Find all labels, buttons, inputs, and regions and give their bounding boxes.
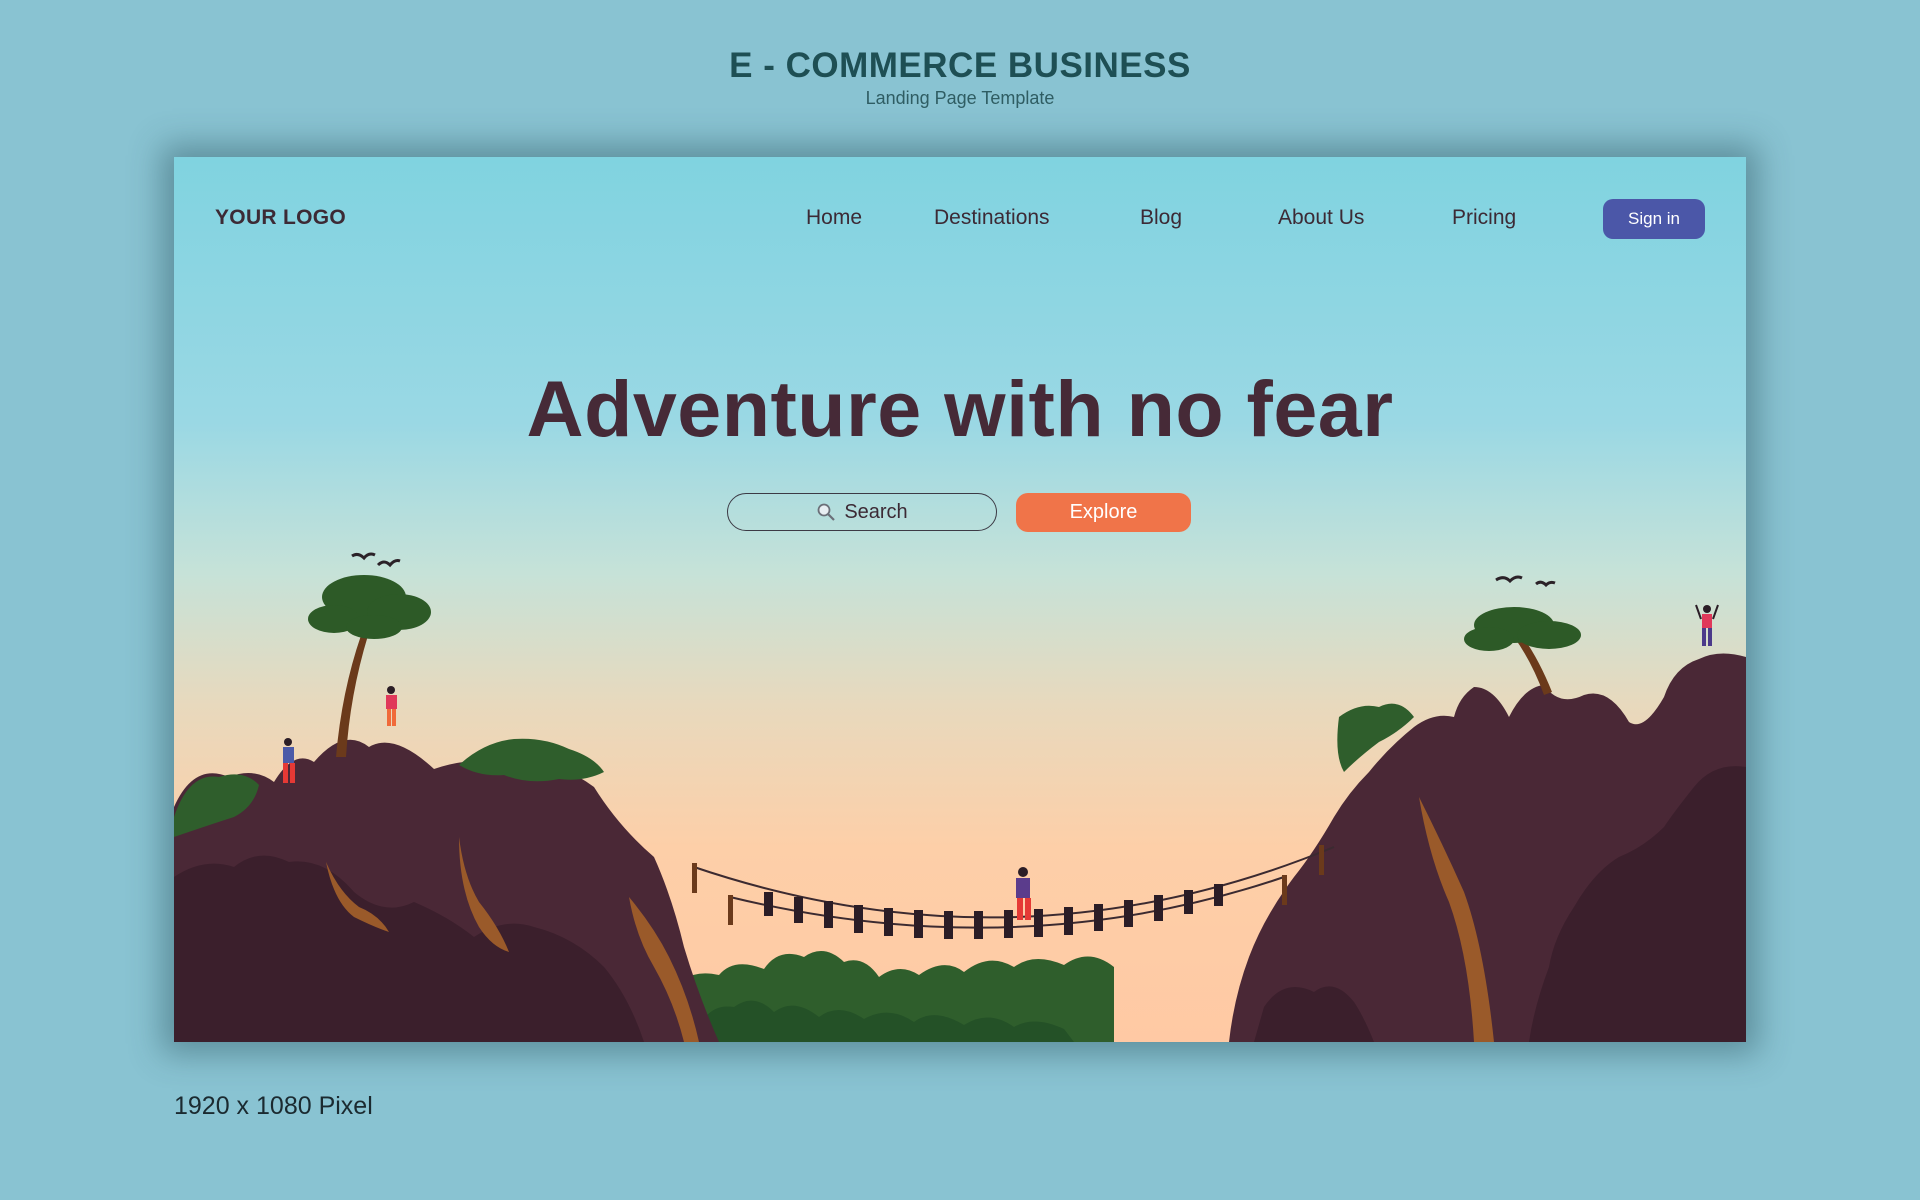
sign-in-button[interactable]: Sign in [1603, 199, 1705, 239]
hiker-left-top [386, 686, 397, 726]
size-caption: 1920 x 1080 Pixel [174, 1092, 373, 1120]
mountain-bridge-illustration [174, 552, 1746, 1042]
birds [351, 552, 1556, 588]
nav-blog[interactable]: Blog [1140, 206, 1182, 230]
nav-home[interactable]: Home [806, 206, 862, 230]
logo[interactable]: YOUR LOGO [215, 206, 346, 230]
page-title: E - COMMERCE BUSINESS [729, 46, 1191, 85]
hiker-right-summit [1695, 604, 1719, 646]
rope-bridge [692, 845, 1335, 939]
page-subtitle: Landing Page Template [865, 88, 1055, 108]
explore-button[interactable]: Explore [1016, 493, 1191, 532]
valley-bushes [669, 951, 1114, 1042]
search-placeholder: Search [844, 500, 908, 523]
nav-destinations[interactable]: Destinations [934, 206, 1050, 230]
hiker-bridge [1016, 867, 1031, 920]
nav-pricing[interactable]: Pricing [1452, 206, 1516, 230]
right-tree [1464, 607, 1581, 695]
landing-page-preview: YOUR LOGO Home Destinations Blog About U… [174, 157, 1746, 1042]
nav-about-us[interactable]: About Us [1278, 206, 1364, 230]
search-input[interactable]: Search [727, 493, 997, 531]
left-tree [308, 575, 431, 757]
hero-headline: Adventure with no fear [526, 364, 1394, 453]
right-cliff [1229, 653, 1746, 1042]
search-icon [817, 503, 836, 521]
left-cliff [174, 738, 719, 1042]
